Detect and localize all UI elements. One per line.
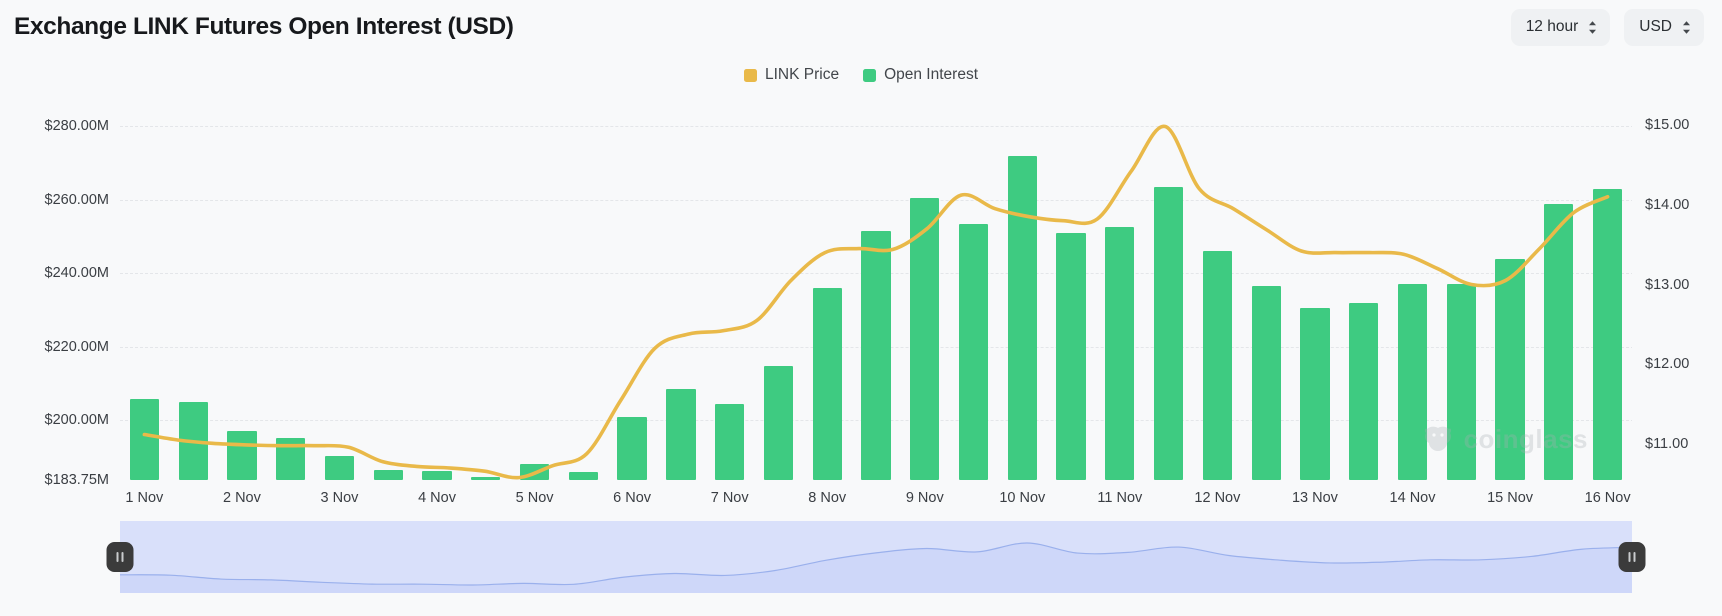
navigator-track[interactable] xyxy=(120,521,1632,593)
grip-bar xyxy=(1628,552,1631,562)
x-axis-tick-label: 9 Nov xyxy=(905,490,944,506)
x-axis-tick-label: 14 Nov xyxy=(1389,490,1436,506)
link-price-line xyxy=(142,124,1610,480)
page-title: Exchange LINK Futures Open Interest (USD… xyxy=(14,12,514,40)
x-axis-tick-label: 10 Nov xyxy=(999,490,1046,506)
x-axis-tick-label: 13 Nov xyxy=(1291,490,1338,506)
legend-item-label: Open Interest xyxy=(884,66,978,83)
y2-axis-tick-label: $11.00 xyxy=(1645,436,1689,453)
chart-header: Exchange LINK Futures Open Interest (USD… xyxy=(0,0,1722,54)
currency-select-value: USD xyxy=(1639,18,1672,35)
y-axis-tick-label: $260.00M xyxy=(44,191,110,208)
y-axis-tick-label: $220.00M xyxy=(44,338,110,355)
currency-select[interactable]: USD xyxy=(1624,8,1704,46)
x-axis-tick-label: 11 Nov xyxy=(1097,490,1143,506)
navigator-area-series xyxy=(120,542,1632,593)
y2-axis-tick-label: $13.00 xyxy=(1645,276,1690,293)
chart-x-axis: 1 Nov 2 Nov 3 Nov 4 Nov 5 Nov 6 Nov 7 Nov 8 Nov… xyxy=(120,491,1632,513)
navigator-handle-left[interactable] xyxy=(106,542,134,572)
grip-bar xyxy=(1633,552,1636,562)
x-axis-tick-label: 5 Nov xyxy=(515,490,554,506)
legend-item-link-price[interactable]: LINK Price xyxy=(743,66,840,84)
navigator-area-fill xyxy=(120,542,1632,593)
chevron-updown-icon xyxy=(1587,20,1598,35)
chart-plot-area[interactable]: coinglass xyxy=(120,97,1632,480)
x-axis-tick-label: 6 Nov xyxy=(613,490,652,506)
legend-swatch-icon xyxy=(743,68,757,82)
y-axis-tick-label: $200.00M xyxy=(44,412,110,429)
legend-item-open-interest[interactable]: Open Interest xyxy=(863,66,978,84)
legend-item-label: LINK Price xyxy=(764,66,840,83)
x-axis-tick-label: 7 Nov xyxy=(710,490,749,506)
grip-bar xyxy=(116,552,119,562)
x-axis-tick-label: 3 Nov xyxy=(320,490,359,506)
interval-select-value: 12 hour xyxy=(1525,18,1579,35)
x-axis-tick-label: 4 Nov xyxy=(418,490,456,506)
chart-range-navigator[interactable] xyxy=(106,521,1646,593)
x-axis-tick-label: 12 Nov xyxy=(1194,490,1241,506)
navigator-handle-right[interactable] xyxy=(1618,542,1646,572)
link-price-path xyxy=(142,124,1610,480)
chart-plot-wrapper: $183.75M $200.00M $220.00M $240.00M $260.00M… xyxy=(0,97,1722,497)
y-axis-tick-label: $183.75M xyxy=(44,472,110,488)
chart-legend: LINK Price Open Interest xyxy=(0,66,1722,84)
y2-axis-tick-label: $12.00 xyxy=(1645,356,1690,373)
header-controls: 12 hour USD xyxy=(1510,8,1704,46)
x-axis-tick-label: 16 Nov xyxy=(1584,490,1631,506)
y-axis-tick-label: $280.00M xyxy=(44,118,110,135)
x-axis-tick-label: 15 Nov xyxy=(1487,490,1534,506)
legend-swatch-icon xyxy=(863,68,877,82)
y2-axis-tick-label: $15.00 xyxy=(1645,116,1690,133)
x-axis-tick-label: 2 Nov xyxy=(222,490,261,506)
y-axis-tick-label: $240.00M xyxy=(44,265,110,282)
interval-select[interactable]: 12 hour xyxy=(1510,8,1611,46)
chevron-updown-icon xyxy=(1681,20,1692,35)
grip-bar xyxy=(121,552,124,562)
x-axis-tick-label: 1 Nov xyxy=(125,490,164,506)
x-axis-tick-label: 8 Nov xyxy=(808,490,847,506)
y2-axis-tick-label: $14.00 xyxy=(1645,196,1690,213)
